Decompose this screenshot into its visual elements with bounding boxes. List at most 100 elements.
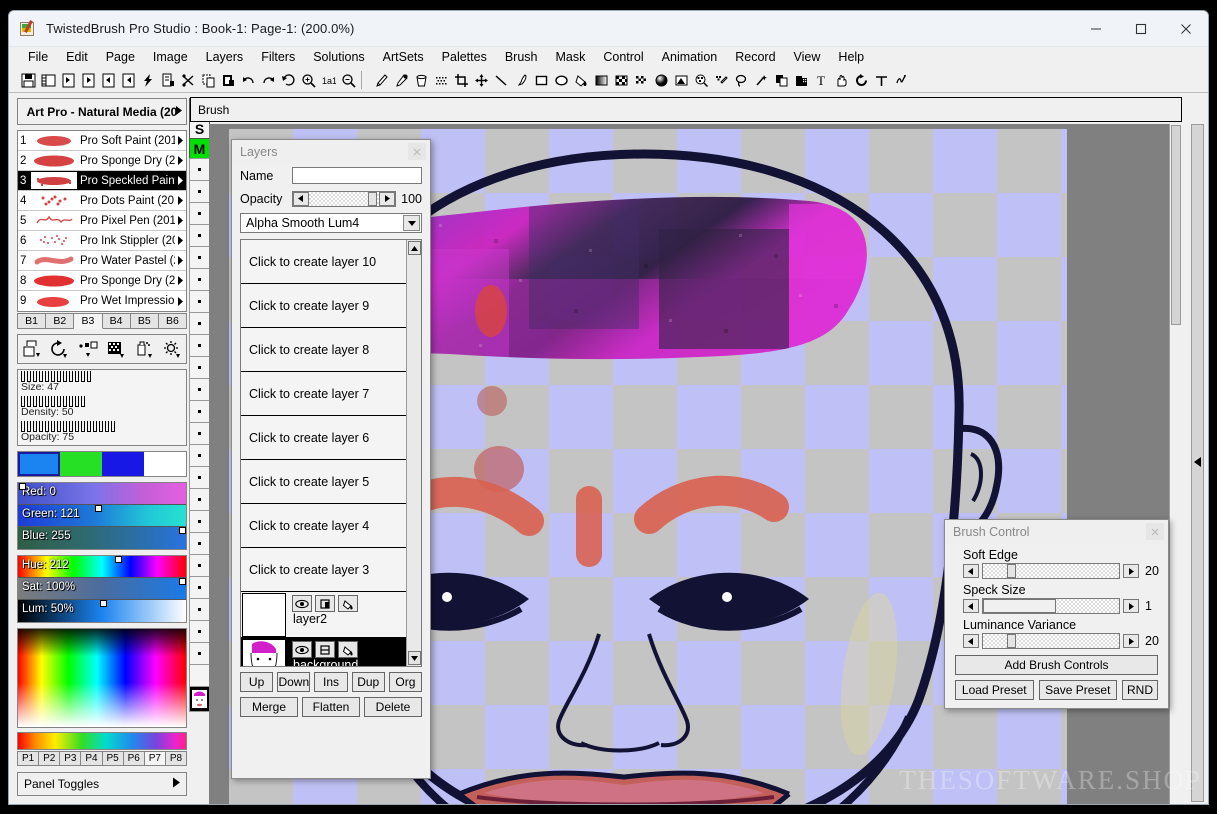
chevron-right-icon[interactable]	[175, 176, 186, 185]
ruler-icon[interactable]	[871, 70, 891, 91]
opacity-decrease-button[interactable]	[293, 191, 309, 206]
layer-org-button[interactable]: Org	[388, 672, 423, 692]
brush-list-item[interactable]: 7 Pro Water Pastel (20	[18, 251, 186, 271]
blue-channel-knob[interactable]	[179, 527, 187, 534]
mask-icon[interactable]	[671, 70, 691, 91]
empty-layer-slot[interactable]: Click to create layer 8	[241, 328, 410, 372]
dot-slot[interactable]	[189, 158, 210, 180]
brush-list-item[interactable]: 1 Pro Soft Paint (2015)	[18, 131, 186, 151]
dot-slot[interactable]	[189, 598, 210, 620]
effects-icon[interactable]	[891, 70, 911, 91]
lasso-icon[interactable]	[731, 70, 751, 91]
layer-list[interactable]: Click to create layer 10 Click to create…	[240, 239, 422, 667]
scroll-up-icon[interactable]	[408, 241, 421, 255]
chevron-right-icon[interactable]	[175, 256, 186, 265]
spray-icon[interactable]	[130, 336, 158, 362]
dot-slot[interactable]	[189, 290, 210, 312]
texture-icon[interactable]	[102, 336, 130, 362]
luminance-variance-increase-button[interactable]	[1123, 634, 1139, 648]
brush-list-item[interactable]: 4 Pro Dots Paint (2015)	[18, 191, 186, 211]
empty-layer-slot[interactable]: Click to create layer 9	[241, 284, 410, 328]
soft-edge-slider[interactable]	[982, 563, 1120, 579]
cut-icon[interactable]	[178, 70, 198, 91]
palette-tab-p4[interactable]: P4	[81, 751, 103, 766]
palette-tab-p8[interactable]: P8	[165, 751, 187, 766]
palette-tab-p6[interactable]: P6	[123, 751, 145, 766]
palette-tab-p2[interactable]: P2	[39, 751, 61, 766]
panel-toggles-button[interactable]: Panel Toggles	[17, 772, 187, 796]
page-last-icon[interactable]	[118, 70, 138, 91]
page-next-icon[interactable]	[98, 70, 118, 91]
add-brush-controls-button[interactable]: Add Brush Controls	[955, 655, 1158, 675]
menu-mask[interactable]: Mask	[546, 48, 594, 67]
brush-list-item[interactable]: 8 Pro Sponge Dry (201	[18, 271, 186, 291]
brush-control-dialog[interactable]: Brush Control Soft Edge 20 Speck Size 1 …	[944, 519, 1169, 709]
layers-dialog[interactable]: Layers Name Opacity 100 Alpha Smooth Lum…	[231, 139, 431, 779]
layer-dup-button[interactable]: Dup	[351, 672, 385, 692]
menu-file[interactable]: File	[19, 48, 57, 67]
clone-icon[interactable]	[771, 70, 791, 91]
chevron-right-icon[interactable]	[175, 296, 186, 306]
line-icon[interactable]	[491, 70, 511, 91]
dot-slot[interactable]	[189, 334, 210, 356]
empty-layer-slot[interactable]: Click to create layer 7	[241, 372, 410, 416]
empty-layer-slot[interactable]: Click to create layer 4	[241, 504, 410, 548]
palette-tab-p7[interactable]: P7	[144, 751, 166, 766]
swatch-white[interactable]	[144, 452, 186, 476]
dot-slot[interactable]	[189, 642, 210, 664]
mask-brush-icon[interactable]	[711, 70, 731, 91]
hue-slider-knob[interactable]	[115, 556, 123, 563]
chevron-right-icon[interactable]	[175, 216, 186, 225]
dot-slot-blank[interactable]	[189, 664, 210, 686]
mask-magnify-icon[interactable]	[691, 70, 711, 91]
rectangle-icon[interactable]	[531, 70, 551, 91]
menu-record[interactable]: Record	[726, 48, 784, 67]
speck-size-knob[interactable]	[983, 599, 1056, 613]
bucket-icon[interactable]	[411, 70, 431, 91]
hand-icon[interactable]	[831, 70, 851, 91]
brush-tab-b2[interactable]: B2	[46, 313, 75, 329]
red-channel-slider[interactable]: Red: 0	[18, 483, 186, 505]
zoom-in-icon[interactable]	[298, 70, 318, 91]
dot-slot[interactable]	[189, 400, 210, 422]
stamp-icon[interactable]	[791, 70, 811, 91]
brush-tab-b1[interactable]: B1	[17, 313, 47, 329]
density-slider[interactable]: Density: 50	[18, 395, 186, 420]
zoom-out-icon[interactable]	[338, 70, 358, 91]
dot-slot[interactable]	[189, 356, 210, 378]
panel-collapse-handle[interactable]	[1191, 124, 1204, 802]
reset-icon[interactable]	[46, 336, 74, 362]
brush-tab-b6[interactable]: B6	[158, 313, 188, 329]
brush-tab-b5[interactable]: B5	[130, 313, 159, 329]
menu-palettes[interactable]: Palettes	[433, 48, 496, 67]
layer-ins-button[interactable]: Ins	[314, 672, 348, 692]
saturation-slider[interactable]: Sat: 100%	[18, 578, 187, 600]
opacity-slider[interactable]: Opacity: 75	[18, 420, 186, 445]
soft-edge-increase-button[interactable]	[1123, 564, 1139, 578]
brush-control-titlebar[interactable]: Brush Control	[945, 520, 1168, 544]
dot-slot[interactable]	[189, 422, 210, 444]
eye-icon[interactable]	[292, 641, 312, 658]
dot-slot[interactable]	[189, 532, 210, 554]
brush-tab-b4[interactable]: B4	[102, 313, 131, 329]
palette-tab-p3[interactable]: P3	[60, 751, 82, 766]
ellipse-icon[interactable]	[551, 70, 571, 91]
fill-icon[interactable]	[571, 70, 591, 91]
artset-selector[interactable]: Art Pro - Natural Media (20	[17, 98, 187, 125]
brush-list-item[interactable]: 5 Pro Pixel Pen (2015)	[18, 211, 186, 231]
rotate-icon[interactable]	[851, 70, 871, 91]
blend-mode-dropdown[interactable]: Alpha Smooth Lum4	[240, 213, 422, 233]
chevron-right-icon[interactable]	[175, 196, 186, 205]
menu-animation[interactable]: Animation	[653, 48, 727, 67]
settings-gear-icon[interactable]	[158, 336, 186, 362]
brush-tab-b3[interactable]: B3	[74, 313, 103, 329]
blue-channel-slider[interactable]: Blue: 255	[18, 527, 187, 549]
luminance-variance-decrease-button[interactable]	[963, 634, 979, 648]
brush-list-item[interactable]: 2 Pro Sponge Dry (201	[18, 151, 186, 171]
scroll-down-icon[interactable]	[408, 651, 421, 665]
luminance-variance-slider[interactable]	[982, 633, 1120, 649]
revert-icon[interactable]	[278, 70, 298, 91]
opacity-slider-knob[interactable]	[368, 191, 377, 206]
dot-slot[interactable]	[189, 180, 210, 202]
opacity-increase-button[interactable]	[379, 191, 395, 206]
